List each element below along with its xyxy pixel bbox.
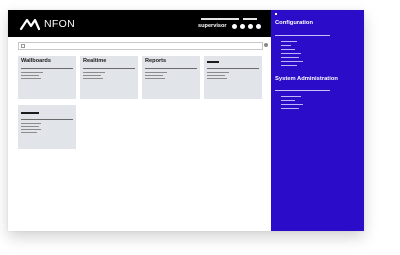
tile-title-placeholder: [207, 61, 219, 63]
tile-title-placeholder: [21, 112, 39, 114]
section-rule: [275, 35, 330, 36]
tile-wallboards[interactable]: Wallboards: [18, 56, 76, 99]
tile-text-line: [207, 78, 227, 79]
tile-divider: [207, 68, 259, 69]
menu-item[interactable]: [281, 96, 301, 97]
tile-divider: [145, 68, 197, 69]
tile-text-line: [21, 78, 41, 79]
menu-item[interactable]: [281, 49, 295, 50]
tile-text-line: [207, 72, 229, 73]
menu-item[interactable]: [281, 41, 297, 42]
status-dot: [232, 24, 237, 29]
tile-text-line: [145, 78, 165, 79]
user-status-area[interactable]: supervisor: [194, 14, 268, 34]
menu-item[interactable]: [281, 57, 299, 58]
tile-text-line: [83, 78, 103, 79]
tile-unlabeled[interactable]: [18, 105, 76, 149]
tile-divider: [21, 68, 73, 69]
nfon-logo-icon: [20, 18, 40, 31]
top-header: NFON supervisor: [8, 10, 271, 37]
menu-tick: [275, 13, 277, 15]
tile-unlabeled[interactable]: [204, 56, 262, 99]
tile-title: Reports: [145, 58, 167, 64]
tile-text-line: [21, 129, 41, 130]
tile-text-line: [21, 126, 39, 127]
tile-text-line: [207, 75, 225, 76]
section-heading-system-administration: System Administration: [275, 76, 338, 82]
status-dot: [240, 24, 245, 29]
menu-item[interactable]: [281, 61, 303, 62]
tile-reports[interactable]: Reports: [142, 56, 200, 99]
search-icon[interactable]: [21, 44, 25, 48]
status-dot: [256, 24, 261, 29]
status-line: [201, 18, 239, 20]
tile-title: Wallboards: [21, 58, 51, 64]
gear-icon[interactable]: [264, 43, 268, 47]
tile-divider: [21, 119, 73, 120]
tile-text-line: [145, 72, 167, 73]
section-rule: [275, 90, 330, 91]
brand-name: NFON: [44, 18, 75, 30]
menu-item[interactable]: [281, 108, 299, 109]
user-role-label: supervisor: [198, 23, 227, 29]
status-line-short: [243, 18, 257, 20]
tile-text-line: [83, 75, 101, 76]
search-input[interactable]: [18, 42, 263, 50]
menu-item[interactable]: [281, 65, 297, 66]
tile-title: Realtime: [83, 58, 107, 64]
tile-realtime[interactable]: Realtime: [80, 56, 138, 99]
app-window: NFON supervisor Wallboards Realtime Repo…: [8, 10, 364, 231]
tile-text-line: [21, 132, 37, 133]
brand-logo[interactable]: NFON: [20, 15, 75, 33]
menu-item[interactable]: [281, 53, 301, 54]
menu-item[interactable]: [281, 100, 295, 101]
side-menu: Configuration System Administration: [271, 10, 364, 231]
section-heading-configuration: Configuration: [275, 20, 313, 26]
tile-text-line: [145, 75, 163, 76]
tile-text-line: [21, 72, 43, 73]
status-dot: [248, 24, 253, 29]
menu-item[interactable]: [281, 104, 303, 105]
menu-item[interactable]: [281, 45, 291, 46]
tile-text-line: [21, 75, 39, 76]
tile-text-line: [83, 72, 105, 73]
tile-text-line: [21, 123, 41, 124]
tile-divider: [83, 68, 135, 69]
status-dots[interactable]: [232, 24, 261, 29]
